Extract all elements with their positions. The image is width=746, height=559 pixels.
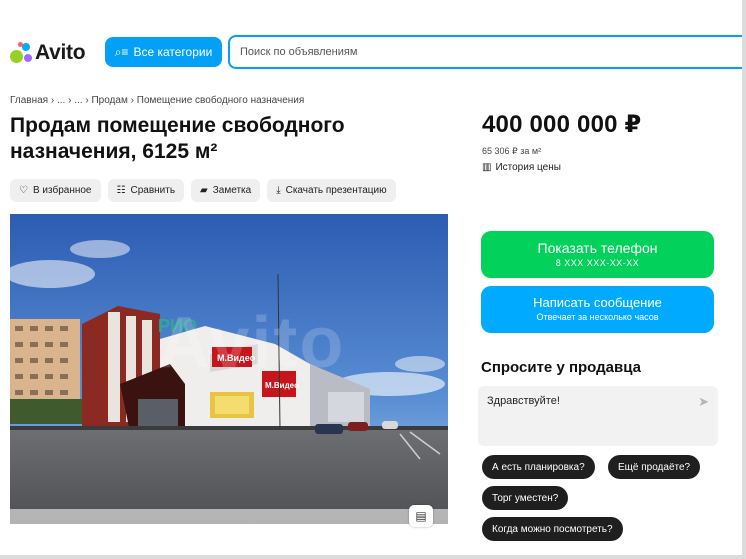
gallery-icon[interactable]: ▤ xyxy=(409,505,433,527)
favorites-label: В избранное xyxy=(32,185,92,196)
heart-icon: ♡ xyxy=(19,185,28,196)
breadcrumb-item-category[interactable]: Помещение свободного назначения xyxy=(137,95,305,106)
listing-actions: ♡ В избранное ☷ Сравнить ▰ Заметка ⤓ Ска… xyxy=(10,179,396,202)
listing-photo[interactable]: РИО М.Видео М.Видео Avito xyxy=(10,214,448,524)
breadcrumb-item-sell[interactable]: Продам xyxy=(91,95,127,106)
avito-logo-icon xyxy=(10,42,32,64)
write-message-label: Написать сообщение xyxy=(533,295,662,310)
all-categories-label: Все категории xyxy=(133,45,213,59)
breadcrumb-separator: › xyxy=(50,95,55,106)
breadcrumb-item[interactable]: ... xyxy=(74,95,82,106)
response-time: Отвечает за несколько часов xyxy=(536,312,659,322)
quick-question-chip[interactable]: Когда можно посмотреть? xyxy=(482,517,623,541)
listing-title: Продам помещение свободного назначения, … xyxy=(10,114,345,163)
site-header: Avito ⌕≡ Все категории xyxy=(0,32,742,72)
breadcrumb-item-home[interactable]: Главная xyxy=(10,95,48,106)
chart-icon: ▥ xyxy=(482,162,492,173)
all-categories-button[interactable]: ⌕≡ Все категории xyxy=(105,37,222,67)
send-icon[interactable]: ➤ xyxy=(698,394,709,410)
quick-question-chip[interactable]: Торг уместен? xyxy=(482,486,569,510)
note-button[interactable]: ▰ Заметка xyxy=(191,179,261,202)
show-phone-button[interactable]: Показать телефон 8 XXX XXX-XX-XX xyxy=(481,231,714,278)
breadcrumb-separator: › xyxy=(130,95,134,106)
ask-seller-title: Спросите у продавца xyxy=(481,359,641,376)
search-input[interactable] xyxy=(230,37,742,67)
add-to-favorites-button[interactable]: ♡ В избранное xyxy=(10,179,101,202)
breadcrumb-separator: › xyxy=(68,95,72,106)
ask-seller-box: Здравствуйте! ➤ xyxy=(478,386,718,446)
compare-icon: ☷ xyxy=(116,185,126,196)
avito-logo[interactable]: Avito xyxy=(10,41,86,65)
price: 400 000 000 ₽ xyxy=(482,111,642,138)
breadcrumb-item[interactable]: ... xyxy=(57,95,65,106)
download-presentation-label: Скачать презентацию xyxy=(285,185,387,196)
search-list-icon: ⌕≡ xyxy=(114,44,129,59)
breadcrumb: Главная › ... › ... › Продам › Помещение… xyxy=(10,95,304,106)
ask-seller-message-input[interactable]: Здравствуйте! xyxy=(478,386,678,436)
download-icon: ⤓ xyxy=(276,185,281,196)
download-presentation-button[interactable]: ⤓ Скачать презентацию xyxy=(267,179,396,202)
note-icon: ▰ xyxy=(200,185,208,196)
note-label: Заметка xyxy=(212,185,252,196)
price-per-m2: 65 306 ₽ за м² xyxy=(482,146,542,156)
breadcrumb-separator: › xyxy=(85,95,89,106)
price-history-label: История цены xyxy=(495,162,561,173)
logo-text: Avito xyxy=(35,41,86,64)
masked-phone: 8 XXX XXX-XX-XX xyxy=(555,258,640,268)
price-history-link[interactable]: ▥ История цены xyxy=(482,162,561,173)
write-message-button[interactable]: Написать сообщение Отвечает за несколько… xyxy=(481,286,714,333)
search-bar xyxy=(228,35,742,69)
quick-question-chip[interactable]: Ещё продаёте? xyxy=(608,455,701,479)
compare-label: Сравнить xyxy=(130,185,176,196)
quick-question-chip[interactable]: А есть планировка? xyxy=(482,455,595,479)
show-phone-label: Показать телефон xyxy=(537,240,658,256)
compare-button[interactable]: ☷ Сравнить xyxy=(107,179,185,202)
photo-watermark: Avito xyxy=(158,303,346,383)
